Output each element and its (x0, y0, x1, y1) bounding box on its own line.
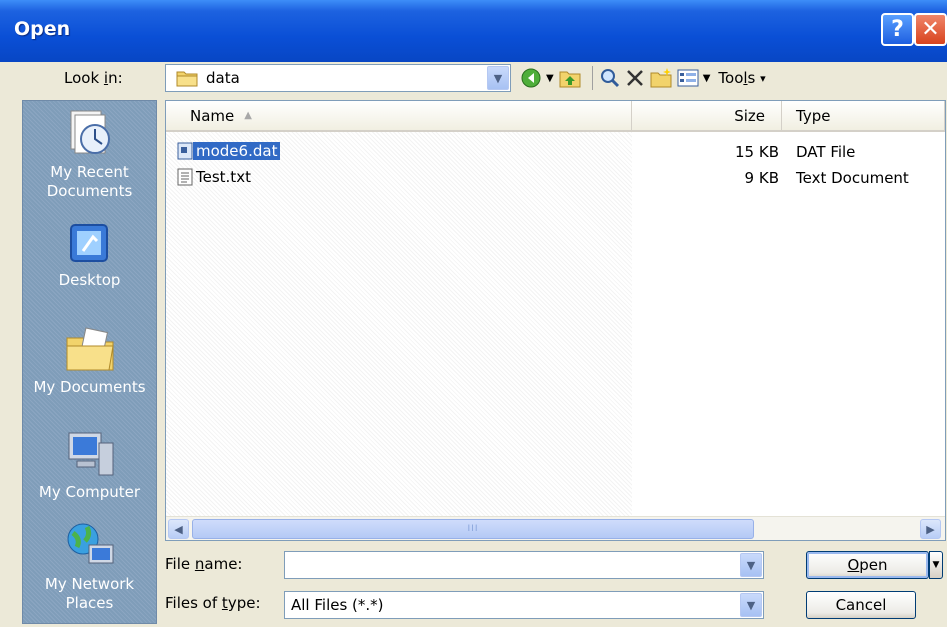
back-dropdown-icon[interactable]: ▼ (546, 73, 554, 84)
chevron-down-icon[interactable]: ▼ (740, 593, 762, 617)
file-type-select[interactable]: All Files (*.*) ▼ (284, 591, 764, 619)
my-documents-icon (66, 327, 114, 371)
look-in-combo[interactable]: data ▼ (165, 64, 511, 92)
place-my-recent-documents[interactable]: My Recent Documents (23, 107, 156, 201)
toolbar-separator (591, 66, 593, 90)
chevron-down-icon[interactable]: ▼ (740, 553, 762, 577)
place-label: My Network Places (44, 575, 135, 612)
column-name[interactable]: Name ▲ (166, 101, 632, 132)
close-button[interactable]: ✕ (914, 13, 947, 46)
cancel-button[interactable]: Cancel (806, 591, 916, 619)
place-label: Desktop (58, 271, 121, 289)
file-size: 9 KB (744, 169, 779, 187)
place-my-documents[interactable]: My Documents (23, 326, 156, 397)
search-icon (600, 69, 619, 88)
delete-button[interactable] (625, 64, 645, 92)
file-name: mode6.dat (193, 142, 281, 160)
desktop-icon (69, 224, 108, 262)
search-web-button[interactable] (599, 64, 621, 92)
column-header: Name ▲ Size Type (166, 101, 945, 132)
file-row[interactable]: Test.txt 9 KB Text Document (166, 166, 945, 188)
window-title: Open (14, 18, 71, 40)
up-folder-button[interactable] (558, 64, 582, 92)
network-places-icon (67, 523, 113, 564)
new-folder-icon (650, 68, 672, 88)
place-my-computer[interactable]: My Computer (23, 429, 156, 502)
file-row[interactable]: mode6.dat 15 KB DAT File (166, 140, 945, 162)
views-button[interactable]: ▼ (677, 64, 711, 92)
views-icon (677, 69, 699, 87)
scroll-left-button[interactable]: ◀ (168, 519, 189, 539)
places-bar: My Recent Documents Desktop My Documents… (22, 100, 157, 624)
chevron-right-icon: ▶ (926, 522, 935, 536)
look-in-value: data (206, 69, 240, 87)
text-file-icon (177, 168, 193, 186)
help-button[interactable]: ? (881, 13, 914, 46)
help-icon: ? (891, 17, 904, 42)
file-type: Text Document (796, 169, 909, 187)
my-computer-icon (68, 432, 113, 476)
file-name: Test.txt (196, 168, 251, 186)
name-column-area (166, 132, 632, 516)
column-size[interactable]: Size (632, 101, 782, 132)
recent-documents-icon (70, 110, 110, 154)
chevron-left-icon: ◀ (174, 522, 183, 536)
open-dropdown-button[interactable]: ▼ (929, 551, 943, 579)
chevron-down-icon[interactable]: ▼ (487, 66, 509, 90)
chevron-down-icon: ▼ (932, 560, 940, 570)
scroll-thumb[interactable]: III (192, 519, 754, 539)
new-folder-button[interactable] (649, 64, 673, 92)
open-button[interactable]: Open (806, 551, 929, 579)
file-list[interactable]: Name ▲ Size Type mode6.dat 15 KB DAT File… (165, 100, 946, 541)
place-label: My Recent Documents (46, 163, 133, 200)
toolbar: ▼ ▼ Too l s ▾ (520, 63, 770, 93)
grip-icon: III (467, 524, 479, 534)
place-label: My Computer (38, 483, 141, 501)
back-icon (521, 68, 541, 88)
file-size: 15 KB (735, 143, 779, 161)
file-type-label: Files of type: (165, 594, 261, 612)
back-button[interactable]: ▼ (520, 64, 554, 92)
views-dropdown-icon[interactable]: ▼ (703, 73, 711, 84)
place-my-network-places[interactable]: My Network Places (23, 521, 156, 613)
file-name-label: File name: (165, 555, 243, 573)
title-bar: Open ? ✕ (0, 0, 947, 62)
sort-ascending-icon: ▲ (244, 110, 252, 121)
horizontal-scrollbar[interactable]: ◀ III ▶ (166, 516, 945, 540)
dat-file-icon (177, 142, 193, 160)
column-type[interactable]: Type (782, 101, 945, 132)
tools-menu[interactable]: Too l s ▾ (718, 64, 765, 92)
folder-icon (176, 71, 198, 87)
file-type-value: All Files (*.*) (291, 596, 384, 614)
file-name-input[interactable]: ▼ (284, 551, 764, 579)
scroll-right-button[interactable]: ▶ (920, 519, 941, 539)
file-type: DAT File (796, 143, 856, 161)
delete-icon (626, 70, 643, 86)
look-in-label: Look in: (64, 69, 123, 87)
close-icon: ✕ (921, 17, 940, 42)
up-folder-icon (559, 71, 581, 88)
place-desktop[interactable]: Desktop (23, 219, 156, 290)
place-label: My Documents (33, 378, 146, 396)
